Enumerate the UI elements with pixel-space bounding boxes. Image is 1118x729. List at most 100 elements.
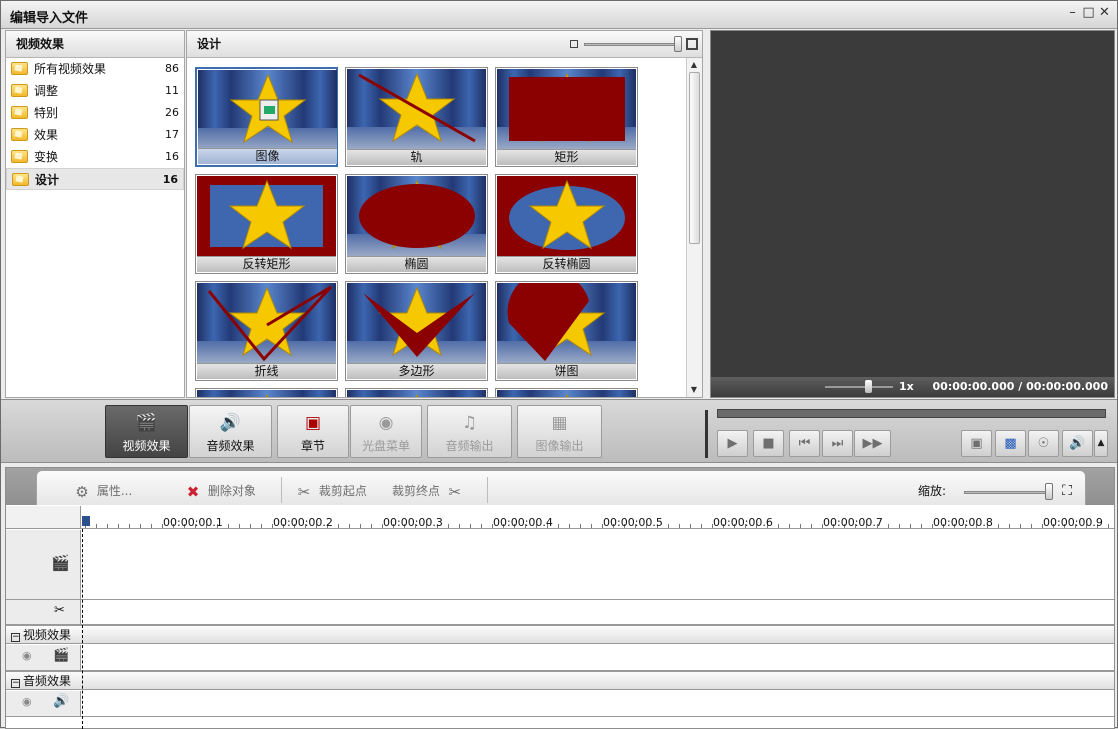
effect-tile[interactable]: 图像 <box>195 67 338 167</box>
toolbar-separator <box>487 477 488 503</box>
zoom-label: 缩放: <box>918 484 947 498</box>
time-ruler[interactable]: 00:00:00.1 00:00:00.2 00:00:00.3 00:00:00.4… <box>81 506 1114 529</box>
ruler-minor-tick <box>338 524 339 528</box>
prev-frame-icon[interactable]: ⏮ <box>789 430 820 457</box>
loop-icon[interactable]: ▶▶ <box>854 430 891 457</box>
ruler-tick-label: 00:00:00.5 <box>603 516 663 529</box>
effect-tile[interactable]: 多边形 <box>345 281 488 381</box>
cut-end-button[interactable]: 裁剪终点 ✂ <box>392 481 466 501</box>
effect-tile-partial[interactable] <box>495 388 638 397</box>
thumb-size-small-icon[interactable] <box>570 40 578 48</box>
disc-menu-label: 光盘菜单 <box>361 439 410 453</box>
chapter-icon: ▣ <box>304 413 322 433</box>
scrollbar-thumb[interactable] <box>689 72 700 244</box>
stop-icon[interactable]: ■ <box>753 430 784 457</box>
delete-object-button[interactable]: ✖ 删除对象 <box>182 481 256 501</box>
cut-start-button[interactable]: ✂ 裁剪起点 <box>293 481 367 501</box>
timeline-toolbar: ⚙ 属性... ✖ 删除对象 ✂ 裁剪起点 裁剪终点 ✂ 缩放: ⛶ <box>6 468 1114 505</box>
category-item[interactable]: 特别 26 <box>6 102 184 124</box>
eye-icon[interactable]: ◉ <box>22 695 32 708</box>
ruler-minor-tick <box>668 524 669 528</box>
seek-bar[interactable] <box>717 409 1106 418</box>
audio-effects-group[interactable]: − 音频效果 <box>6 671 1114 690</box>
close-icon[interactable]: ✕ <box>1098 6 1111 20</box>
ruler-minor-tick <box>778 524 779 528</box>
main-toolbar: 🎬 视频效果 🔊 音频效果 ▣ 章节 ◉ 光盘菜单 ♫ 音频输出 ▦ 图像输出 … <box>1 399 1117 463</box>
effect-tile[interactable]: 反转椭圆 <box>495 174 638 274</box>
speed-slider[interactable] <box>825 386 893 388</box>
total-time: 00:00:00.000 <box>1026 380 1108 393</box>
video-effects-track[interactable]: ◉ 🎬 <box>6 645 1114 671</box>
effect-tile[interactable]: 椭圆 <box>345 174 488 274</box>
dropdown-icon[interactable]: ▲ <box>1094 430 1108 457</box>
category-item[interactable]: 设计 16 <box>6 168 184 190</box>
speed-slider-handle[interactable] <box>865 380 872 393</box>
audio-effects-button[interactable]: 🔊 音频效果 <box>189 405 272 458</box>
video-effects-track-header: ◉ 🎬 <box>6 645 81 670</box>
export-icon[interactable]: ▣ <box>961 430 992 457</box>
effect-tile-partial[interactable] <box>195 388 338 397</box>
play-icon[interactable]: ▶ <box>717 430 748 457</box>
category-item[interactable]: 变换 16 <box>6 146 184 168</box>
effect-label: 折线 <box>197 363 336 379</box>
playhead-marker[interactable] <box>82 516 90 526</box>
effect-thumbnail <box>347 176 486 256</box>
chapter-button[interactable]: ▣ 章节 <box>277 405 349 458</box>
category-item[interactable]: 调整 11 <box>6 80 184 102</box>
ruler-tick-label: 00:00:00.7 <box>823 516 883 529</box>
audio-output-button[interactable]: ♫ 音频输出 <box>427 405 512 458</box>
fullscreen-icon[interactable]: ▩ <box>995 430 1026 457</box>
category-panel: 视频效果 所有视频效果 86 调整 11 特别 26 效果 17 变换 16 设计 16 <box>5 30 185 398</box>
image-output-button[interactable]: ▦ 图像输出 <box>517 405 602 458</box>
thumb-size-large-icon[interactable] <box>686 38 698 50</box>
timeline-zoom-slider[interactable] <box>964 491 1049 494</box>
category-label: 所有视频效果 <box>34 62 107 76</box>
ruler-minor-tick <box>690 524 691 528</box>
thumb-size-slider[interactable] <box>584 43 676 46</box>
ruler-minor-tick <box>107 524 108 528</box>
category-panel-header: 视频效果 <box>6 31 184 58</box>
audio-effects-track[interactable]: ◉ 🔊 <box>6 691 1114 717</box>
scroll-up-icon[interactable]: ▲ <box>689 60 699 70</box>
effect-tile[interactable]: 反转矩形 <box>195 174 338 274</box>
properties-label: 属性... <box>96 484 133 498</box>
category-item[interactable]: 所有视频效果 86 <box>6 58 184 80</box>
video-effects-icon: 🎬 <box>135 413 158 433</box>
audio-output-label: 音频输出 <box>445 439 494 453</box>
effect-tile[interactable]: 矩形 <box>495 67 638 167</box>
next-frame-icon[interactable]: ⏭ <box>822 430 853 457</box>
ruler-minor-tick <box>448 524 449 528</box>
effect-tile[interactable]: 饼图 <box>495 281 638 381</box>
audio-track[interactable]: ✂ <box>6 600 1114 625</box>
effect-tile[interactable]: 折线 <box>195 281 338 381</box>
video-effects-button[interactable]: 🎬 视频效果 <box>105 405 188 458</box>
ruler-minor-tick <box>239 524 240 528</box>
eye-icon[interactable]: ◉ <box>22 649 32 662</box>
properties-button[interactable]: ⚙ 属性... <box>71 481 132 501</box>
scroll-down-icon[interactable]: ▼ <box>689 385 699 395</box>
effect-tile-partial[interactable] <box>345 388 488 397</box>
disc-menu-button[interactable]: ◉ 光盘菜单 <box>350 405 422 458</box>
folder-icon <box>11 106 28 119</box>
maximize-icon[interactable]: □ <box>1082 6 1095 20</box>
thumb-size-slider-handle[interactable] <box>674 36 682 52</box>
effect-tile[interactable]: 轨 <box>345 67 488 167</box>
scissors-icon: ✂ <box>448 482 462 501</box>
snapshot-icon[interactable]: ☉ <box>1028 430 1059 457</box>
ruler-minor-tick <box>701 524 702 528</box>
minimize-icon[interactable]: – <box>1066 6 1079 20</box>
timeline-zoom-handle[interactable] <box>1045 483 1053 500</box>
fit-to-window-icon[interactable]: ⛶ <box>1059 483 1075 499</box>
category-count: 86 <box>165 62 179 75</box>
delete-icon: ✖ <box>186 482 200 501</box>
folder-icon <box>11 84 28 97</box>
collapse-icon[interactable]: − <box>11 633 20 642</box>
grid-scrollbar[interactable]: ▲ ▼ <box>686 58 702 397</box>
video-effects-group[interactable]: − 视频效果 <box>6 625 1114 644</box>
ruler-minor-tick <box>360 524 361 528</box>
video-track[interactable]: 🎬 <box>6 530 1114 600</box>
category-item[interactable]: 效果 17 <box>6 124 184 146</box>
ruler-minor-tick <box>250 524 251 528</box>
collapse-icon[interactable]: − <box>11 679 20 688</box>
volume-icon[interactable]: 🔊 <box>1062 430 1093 457</box>
